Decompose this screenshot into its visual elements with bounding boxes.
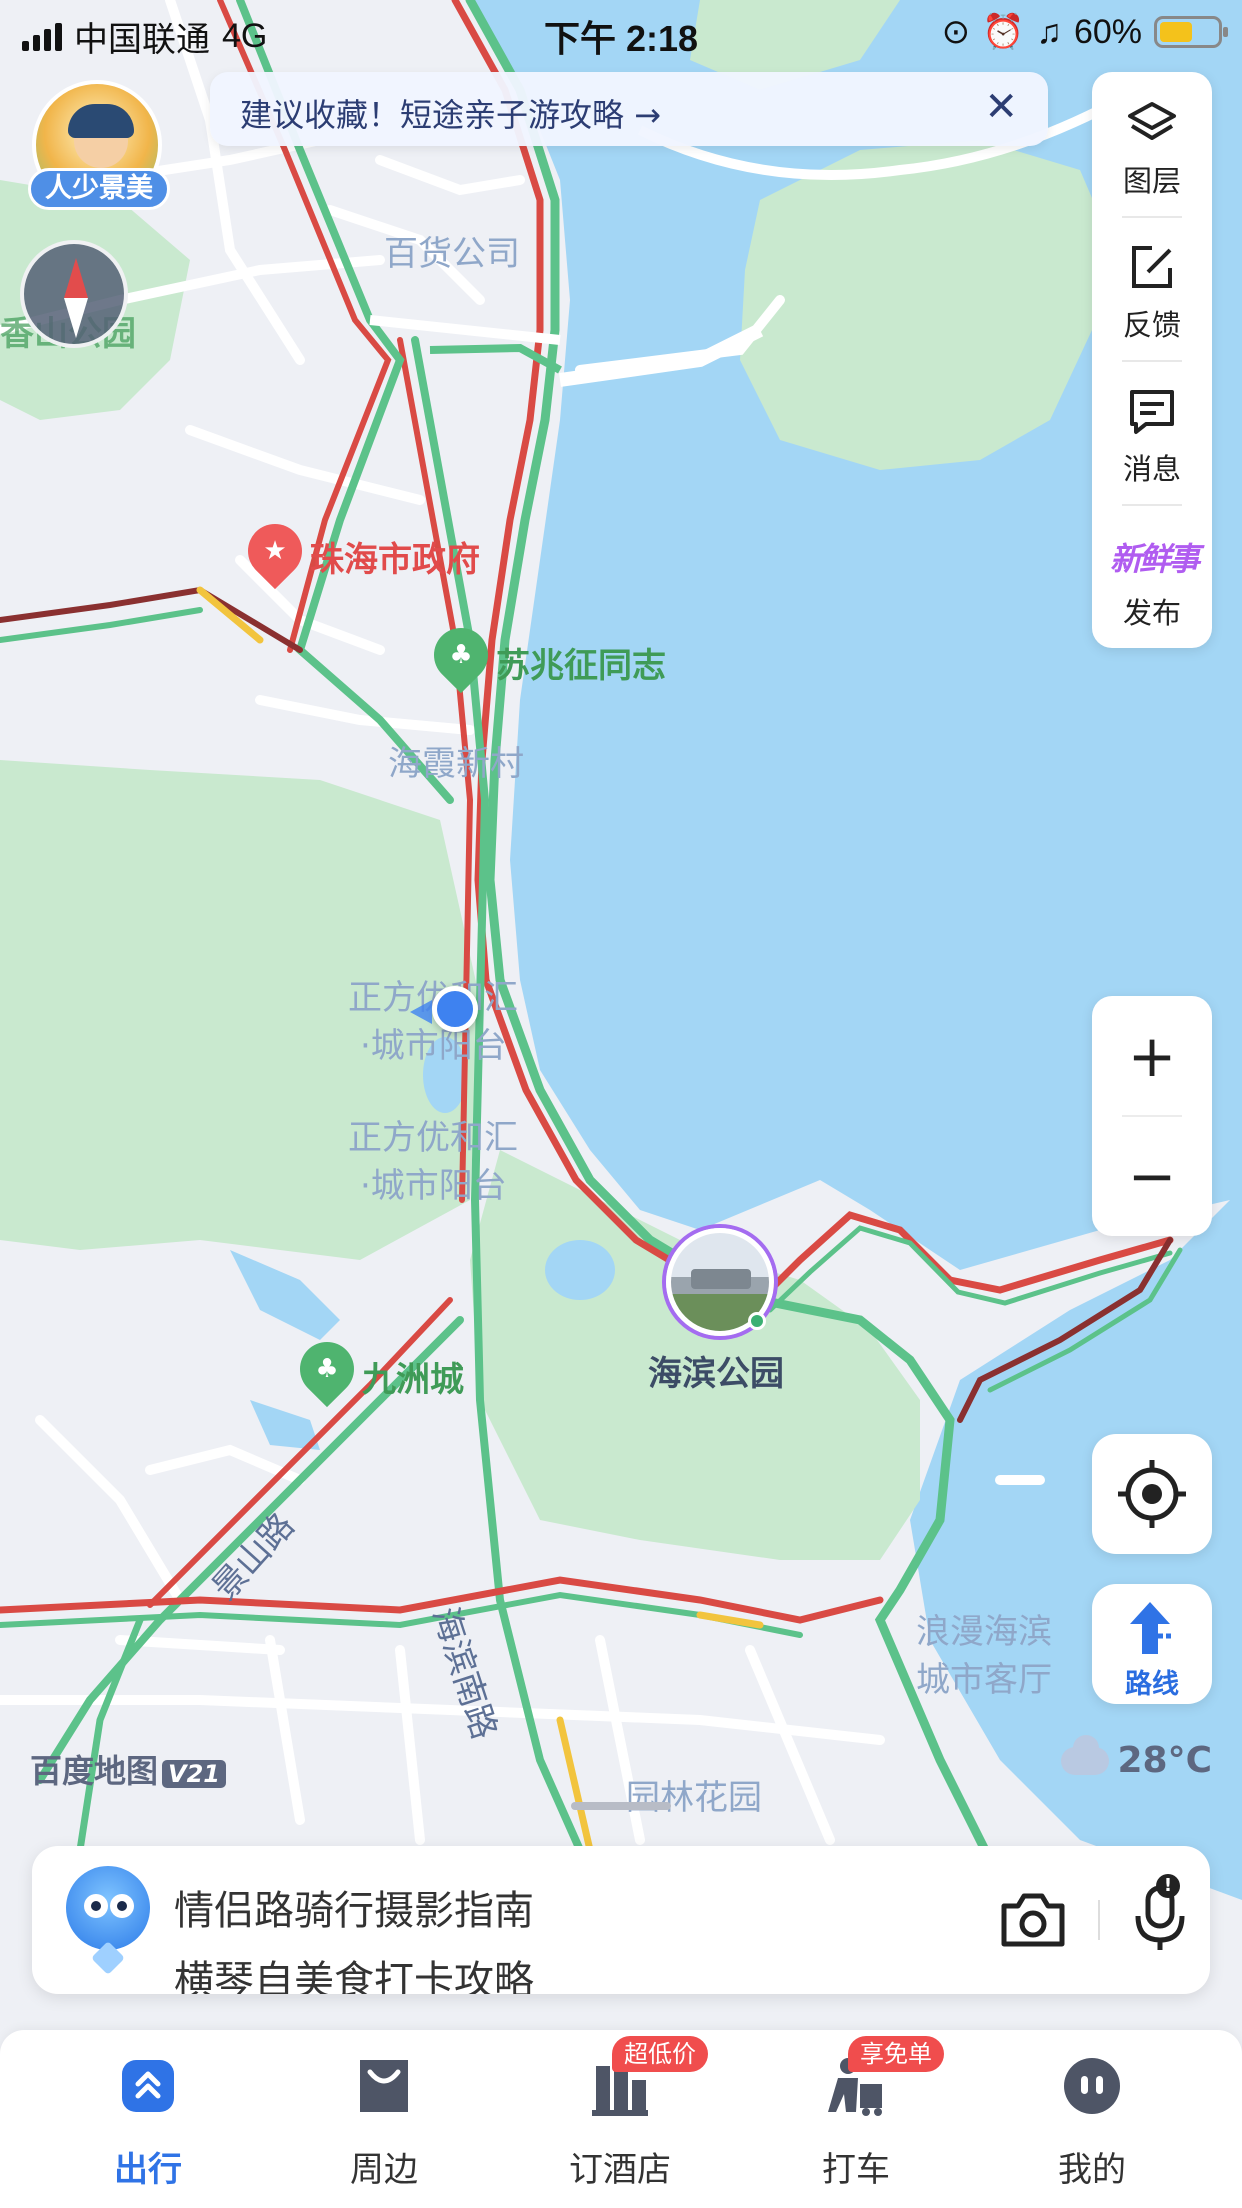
tree-icon: ♣ <box>315 1354 339 1384</box>
layers-button[interactable]: 图层 <box>1092 72 1212 216</box>
avatar-hair <box>68 104 134 138</box>
photo-building-icon <box>691 1269 751 1289</box>
notification-dot: ! <box>1156 1874 1180 1898</box>
rotation-lock-icon: ⊙ <box>941 13 971 51</box>
map-label-suzhaozheng[interactable]: 苏兆征同志 <box>496 638 666 687</box>
feedback-label: 反馈 <box>1122 308 1181 342</box>
map-brand: 百度地图 V21 <box>30 1746 226 1792</box>
map-label-zhengfang-2[interactable]: 正方优和汇 <box>348 1110 518 1159</box>
map-tools-panel: 图层 反馈 消息 新鲜事 发布 <box>1092 72 1212 648</box>
messages-label: 消息 <box>1122 452 1181 486</box>
hotel-promo-tag: 超低价 <box>612 2036 708 2072</box>
weather-widget[interactable]: 28°C <box>1061 1734 1212 1781</box>
cloud-icon <box>1061 1734 1110 1775</box>
tab-travel-label: 出行 <box>114 2150 182 2190</box>
map-label-langman-1[interactable]: 浪漫海滨 <box>916 1604 1052 1653</box>
tree-icon: ♣ <box>449 640 473 670</box>
bottom-tab-bar: 出行 周边 订酒店 超低价 打车 享免单 我的 <box>0 2030 1242 2208</box>
heading-cone-icon <box>410 1000 432 1024</box>
zoom-control: + − <box>1092 996 1212 1236</box>
mascot-icon[interactable] <box>66 1866 150 1950</box>
search-suggestion-next: 横琴自美食打卡攻略 <box>174 1958 534 1994</box>
tab-hotel-label: 订酒店 <box>569 2150 671 2190</box>
map-label-baihuo[interactable]: 百货公司 <box>384 226 520 275</box>
map-label-yuanlin[interactable]: 园林花园 <box>626 1770 762 1819</box>
fresh-news-icon: 新鲜事 <box>1110 540 1200 578</box>
camera-icon[interactable] <box>1000 1892 1066 1948</box>
tab-nearby-label: 周边 <box>350 2150 418 2190</box>
map-label-haixia[interactable]: 海霞新村 <box>388 736 524 785</box>
feedback-button[interactable]: 反馈 <box>1092 216 1212 360</box>
tab-travel[interactable]: 出行 <box>48 2030 248 2208</box>
tab-nearby[interactable]: 周边 <box>284 2030 484 2208</box>
tab-profile[interactable]: 我的 <box>992 2030 1192 2208</box>
drag-handle[interactable] <box>571 1802 671 1810</box>
battery-icon <box>1154 16 1228 48</box>
search-suggestion[interactable]: 情侣路骑行摄影指南 <box>174 1878 534 1936</box>
promo-banner[interactable]: 建议收藏！短途亲子游攻略 → ✕ <box>210 72 1048 146</box>
taxi-promo-tag: 享免单 <box>848 2036 944 2072</box>
promo-banner-text[interactable]: 建议收藏！短途亲子游攻略 → <box>240 90 661 136</box>
tab-taxi-label: 打车 <box>822 2150 890 2190</box>
status-bar: 中国联通 4G 下午 2:18 ⊙ ⏰ ♫ 60% <box>0 0 1242 62</box>
close-icon[interactable]: ✕ <box>984 84 1018 130</box>
map-label-zhengfang-1b[interactable]: ·城市阳台 <box>360 1018 507 1067</box>
search-bar[interactable]: 情侣路骑行摄影指南 横琴自美食打卡攻略 ! <box>32 1846 1210 1994</box>
map-label-zhengfang-2b[interactable]: ·城市阳台 <box>360 1158 507 1207</box>
headphones-icon: ♫ <box>1036 12 1062 51</box>
publish-label: 发布 <box>1122 596 1181 630</box>
profile-icon <box>1064 2058 1120 2114</box>
tab-hotel[interactable]: 订酒店 超低价 <box>520 2030 720 2208</box>
brand-version: V21 <box>162 1760 226 1788</box>
zoom-in-button[interactable]: + <box>1092 996 1212 1116</box>
current-location-marker <box>432 986 478 1032</box>
compass-icon[interactable] <box>20 240 128 348</box>
layers-label: 图层 <box>1122 164 1181 198</box>
battery-percent: 60% <box>1073 12 1142 51</box>
travel-icon <box>122 2060 174 2112</box>
brand-name: 百度地图 <box>30 1752 159 1790</box>
map-label-langman-2[interactable]: 城市客厅 <box>916 1652 1052 1701</box>
layers-icon <box>1128 102 1176 140</box>
tab-profile-label: 我的 <box>1058 2150 1126 2190</box>
route-button[interactable]: 路线 <box>1092 1584 1212 1704</box>
locate-icon <box>1118 1460 1186 1528</box>
messages-button[interactable]: 消息 <box>1092 360 1212 504</box>
message-icon <box>1130 390 1174 434</box>
map-label-haibin-park[interactable]: 海滨公园 <box>648 1346 784 1395</box>
map-label-zhengfu[interactable]: 珠海市政府 <box>310 532 480 581</box>
park-dot <box>748 1312 766 1330</box>
map-label-jiuzhou[interactable]: 九洲城 <box>362 1352 464 1401</box>
feedback-icon <box>1132 246 1172 288</box>
tab-taxi[interactable]: 打车 享免单 <box>756 2030 956 2208</box>
zoom-out-button[interactable]: − <box>1092 1116 1212 1236</box>
weather-temp: 28°C <box>1117 1740 1212 1781</box>
nearby-icon <box>360 2060 408 2112</box>
avatar-badge[interactable]: 人少景美 <box>28 168 170 210</box>
star-icon: ★ <box>263 536 287 566</box>
publish-button[interactable]: 新鲜事 发布 <box>1092 504 1212 648</box>
alarm-icon: ⏰ <box>982 13 1025 51</box>
route-label: 路线 <box>1125 1669 1179 1700</box>
locate-button[interactable] <box>1092 1434 1212 1554</box>
